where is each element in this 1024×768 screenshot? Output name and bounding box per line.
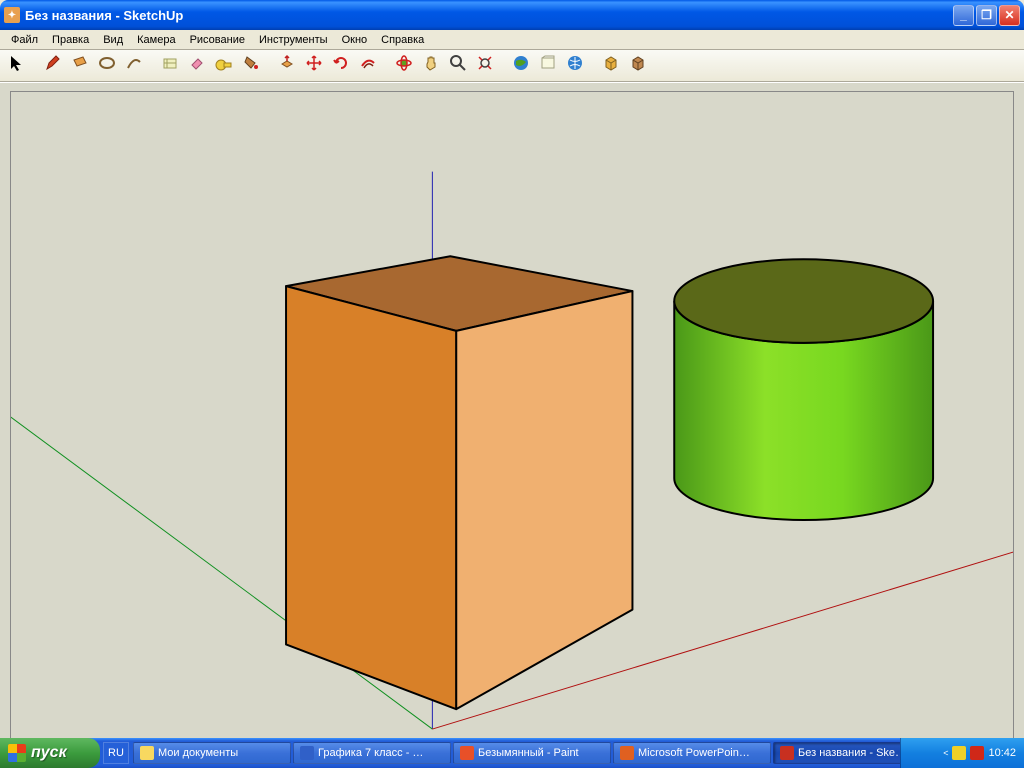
task-sketchup[interactable]: Без названия - Ske… — [773, 742, 900, 764]
component-icon — [161, 54, 179, 77]
offset-icon — [359, 54, 377, 77]
circle-icon — [98, 54, 116, 77]
menu-камера[interactable]: Камера — [130, 32, 182, 48]
language-indicator[interactable]: RU — [103, 742, 129, 764]
component-browser-tool[interactable] — [598, 53, 624, 79]
taskbar: пуск RU Мои документы Графика 7 класс - …… — [0, 738, 1024, 768]
clock[interactable]: 10:42 — [988, 747, 1016, 759]
toolbar — [0, 50, 1024, 82]
compbox-icon — [602, 54, 620, 77]
task-app-icon — [460, 746, 474, 760]
system-tray[interactable]: < 10:42 — [900, 738, 1024, 768]
task-documents[interactable]: Мои документы — [133, 742, 291, 764]
tray-arrow-icon[interactable]: < — [943, 748, 948, 758]
pan-icon — [422, 54, 440, 77]
viewport[interactable] — [0, 82, 1024, 752]
zoom-tool[interactable] — [445, 53, 471, 79]
task-label: Безымянный - Paint — [478, 747, 579, 759]
menu-окно[interactable]: Окно — [335, 32, 375, 48]
eraser-icon — [188, 54, 206, 77]
close-button[interactable]: ✕ — [999, 5, 1020, 26]
move-icon — [305, 54, 323, 77]
move-tool[interactable] — [301, 53, 327, 79]
3d-scene — [11, 92, 1013, 743]
tray-av-icon[interactable] — [970, 746, 984, 760]
start-label: пуск — [31, 744, 67, 762]
arc-icon — [125, 54, 143, 77]
line-tool[interactable] — [40, 53, 66, 79]
minimize-button[interactable]: _ — [953, 5, 974, 26]
circle-tool[interactable] — [94, 53, 120, 79]
green-cylinder — [674, 259, 933, 520]
titlebar: ✦ Без названия - SketchUp _ ❐ ✕ — [0, 0, 1024, 30]
share-model-tool[interactable] — [562, 53, 588, 79]
arc-tool[interactable] — [121, 53, 147, 79]
select-tool[interactable] — [4, 53, 30, 79]
pan-tool[interactable] — [418, 53, 444, 79]
materials-tool[interactable] — [625, 53, 651, 79]
get-current-view-tool[interactable] — [508, 53, 534, 79]
share-icon — [566, 54, 584, 77]
task-app-icon — [140, 746, 154, 760]
pushpull-icon — [278, 54, 296, 77]
paint-bucket-tool[interactable] — [238, 53, 264, 79]
orbit-icon — [395, 54, 413, 77]
tape-measure-tool[interactable] — [211, 53, 237, 79]
orange-box — [286, 256, 632, 709]
get-models-tool[interactable] — [535, 53, 561, 79]
task-label: Microsoft PowerPoin… — [638, 747, 750, 759]
maximize-button[interactable]: ❐ — [976, 5, 997, 26]
rect-icon — [71, 54, 89, 77]
view-icon — [512, 54, 530, 77]
tape-icon — [215, 54, 233, 77]
task-word[interactable]: Графика 7 класс - … — [293, 742, 451, 764]
push-pull-tool[interactable] — [274, 53, 300, 79]
window-title: Без названия - SketchUp — [25, 8, 953, 23]
orbit-tool[interactable] — [391, 53, 417, 79]
rectangle-tool[interactable] — [67, 53, 93, 79]
start-button[interactable]: пуск — [0, 738, 100, 768]
menu-правка[interactable]: Правка — [45, 32, 96, 48]
paint-icon — [242, 54, 260, 77]
zoomext-icon — [476, 54, 494, 77]
rotate-icon — [332, 54, 350, 77]
task-app-icon — [780, 746, 794, 760]
pencil-icon — [44, 54, 62, 77]
zoom-icon — [449, 54, 467, 77]
models-icon — [539, 54, 557, 77]
menu-инструменты[interactable]: Инструменты — [252, 32, 335, 48]
matbox-icon — [629, 54, 647, 77]
menu-вид[interactable]: Вид — [96, 32, 130, 48]
menu-справка[interactable]: Справка — [374, 32, 431, 48]
tray-network-icon[interactable] — [952, 746, 966, 760]
task-paint[interactable]: Безымянный - Paint — [453, 742, 611, 764]
menu-файл[interactable]: Файл — [4, 32, 45, 48]
app-icon: ✦ — [4, 7, 20, 23]
task-app-icon — [620, 746, 634, 760]
task-powerpoint[interactable]: Microsoft PowerPoin… — [613, 742, 771, 764]
offset-tool[interactable] — [355, 53, 381, 79]
rotate-tool[interactable] — [328, 53, 354, 79]
cursor-icon — [8, 54, 26, 77]
task-label: Без названия - Ske… — [798, 747, 900, 759]
menubar: ФайлПравкаВидКамераРисованиеИнструментыО… — [0, 30, 1024, 50]
task-app-icon — [300, 746, 314, 760]
eraser-tool[interactable] — [184, 53, 210, 79]
zoom-extents-tool[interactable] — [472, 53, 498, 79]
task-label: Графика 7 класс - … — [318, 747, 423, 759]
task-label: Мои документы — [158, 747, 238, 759]
make-component-tool[interactable] — [157, 53, 183, 79]
menu-рисование[interactable]: Рисование — [183, 32, 252, 48]
